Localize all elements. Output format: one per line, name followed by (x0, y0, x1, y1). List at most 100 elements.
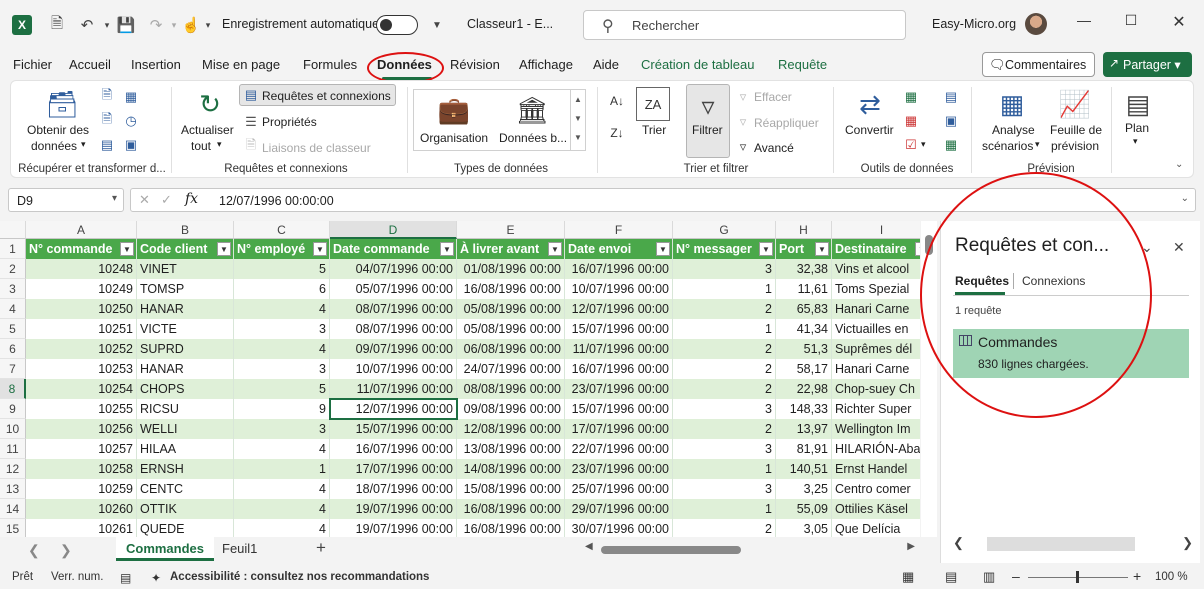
relationships-icon[interactable]: ▣ (943, 113, 959, 129)
table-cell[interactable]: OTTIK (137, 499, 234, 519)
organization-icon[interactable]: 💼 (437, 93, 471, 127)
table-cell[interactable]: 10248 (26, 259, 137, 279)
from-picture-icon[interactable]: ▤ (99, 137, 115, 153)
table-cell[interactable]: 23/07/1996 00:00 (565, 459, 673, 479)
row-header[interactable]: 7 (0, 359, 26, 379)
table-header-cell[interactable]: Port ▼ (776, 239, 832, 259)
tab-aide[interactable]: Aide (593, 57, 619, 72)
save-icon[interactable]: 💾 (115, 14, 137, 36)
table-cell[interactable]: Toms Spezial (832, 279, 920, 299)
prev-sheet-icon[interactable]: ❮ (28, 542, 40, 559)
table-cell[interactable]: 4 (234, 299, 330, 319)
table-cell[interactable]: 10256 (26, 419, 137, 439)
text-to-columns-icon[interactable]: ⇄ (853, 87, 887, 121)
table-cell[interactable]: 11,61 (776, 279, 832, 299)
table-cell[interactable]: 17/07/1996 00:00 (330, 459, 457, 479)
outline-dropdown-icon[interactable]: ▾ (1133, 136, 1138, 147)
consolidate-icon[interactable]: ▤ (943, 89, 959, 105)
table-cell[interactable]: Ottilies Käsel (832, 499, 920, 519)
clear-label[interactable]: Effacer (754, 90, 792, 104)
table-cell[interactable]: 19/07/1996 00:00 (330, 499, 457, 519)
gallery-scroll-buttons[interactable]: ▲ ▼ ▼ (570, 90, 585, 150)
search-box[interactable]: ⚲ Rechercher (583, 10, 906, 40)
table-cell[interactable]: 3,05 (776, 519, 832, 537)
recent-sources-icon[interactable]: ◷ (123, 113, 139, 129)
page-layout-view-icon[interactable]: ▤ (945, 569, 957, 585)
table-cell[interactable]: 09/07/1996 00:00 (330, 339, 457, 359)
outline-label[interactable]: Plan (1125, 121, 1149, 135)
normal-view-icon[interactable]: ▦ (902, 569, 914, 585)
table-cell[interactable]: 11/07/1996 00:00 (330, 379, 457, 399)
table-cell[interactable]: 10259 (26, 479, 137, 499)
select-all-corner[interactable] (0, 221, 26, 239)
table-cell[interactable]: HILAA (137, 439, 234, 459)
table-cell[interactable]: SUPRD (137, 339, 234, 359)
whatif-label-2[interactable]: scénarios (982, 139, 1033, 153)
advanced-filter-icon[interactable]: ▿ (735, 139, 751, 155)
insert-function-icon[interactable]: fx (185, 191, 198, 207)
whatif-label-1[interactable]: Analyse (992, 123, 1035, 137)
row-header[interactable]: 6 (0, 339, 26, 359)
get-data-dropdown-icon[interactable]: ▾ (81, 139, 86, 150)
table-cell[interactable]: 06/08/1996 00:00 (457, 339, 565, 359)
table-cell[interactable]: 24/07/1996 00:00 (457, 359, 565, 379)
filter-dropdown-icon[interactable]: ▼ (915, 242, 920, 256)
table-cell[interactable]: 51,3 (776, 339, 832, 359)
tab-fichier[interactable]: Fichier (13, 57, 52, 72)
document-icon[interactable]: 🗎 (46, 14, 68, 36)
get-data-label-2[interactable]: données (31, 139, 77, 153)
filter-dropdown-icon[interactable]: ▼ (120, 242, 134, 256)
table-header-cell[interactable]: Date commande ▼ (330, 239, 457, 259)
table-cell[interactable]: RICSU (137, 399, 234, 419)
whatif-dropdown-icon[interactable]: ▾ (1035, 139, 1040, 150)
zoom-in-icon[interactable]: + (1133, 568, 1141, 584)
row-header[interactable]: 13 (0, 479, 26, 499)
table-cell[interactable]: 81,91 (776, 439, 832, 459)
row-header[interactable]: 11 (0, 439, 26, 459)
page-break-view-icon[interactable]: ▥ (983, 569, 995, 585)
table-cell[interactable]: Que Delícia (832, 519, 920, 537)
table-cell[interactable]: 2 (673, 299, 776, 319)
row-header[interactable]: 15 (0, 519, 26, 537)
table-cell[interactable]: 08/07/1996 00:00 (330, 319, 457, 339)
next-sheet-icon[interactable]: ❯ (60, 542, 72, 559)
table-cell[interactable]: 16/07/1996 00:00 (565, 259, 673, 279)
table-header-cell[interactable]: N° commande ▼ (26, 239, 137, 259)
row-header[interactable]: 2 (0, 259, 26, 279)
spreadsheet-grid[interactable]: A B C D E F G H I 1 N° commande ▼ Code client ▼ N° emp… (0, 221, 920, 537)
sort-label[interactable]: Trier (642, 123, 666, 137)
enter-icon[interactable]: ✓ (161, 192, 172, 208)
refresh-all-icon[interactable]: ↻ (193, 87, 227, 121)
table-header-cell[interactable]: Code client ▼ (137, 239, 234, 259)
table-cell[interactable]: CHOPS (137, 379, 234, 399)
table-cell[interactable]: 1 (234, 459, 330, 479)
table-cell[interactable]: 58,17 (776, 359, 832, 379)
filter-dropdown-icon[interactable]: ▼ (440, 242, 454, 256)
tab-creation-tableau[interactable]: Création de tableau (641, 57, 754, 72)
tab-accueil[interactable]: Accueil (69, 57, 111, 72)
table-cell[interactable]: 55,09 (776, 499, 832, 519)
sheet-tab-feuil1[interactable]: Feuil1 (222, 541, 257, 556)
table-cell[interactable]: WELLI (137, 419, 234, 439)
table-cell[interactable]: 3 (234, 319, 330, 339)
table-cell[interactable]: TOMSP (137, 279, 234, 299)
table-cell[interactable]: 3 (234, 419, 330, 439)
table-header-cell[interactable]: Destinataire ▼ (832, 239, 920, 259)
filter-dropdown-icon[interactable]: ▼ (759, 242, 773, 256)
table-cell[interactable]: 12/07/1996 00:00 (565, 299, 673, 319)
column-header[interactable]: I (832, 221, 920, 239)
name-box[interactable]: D9 ▾ (8, 188, 124, 212)
table-cell[interactable]: 10257 (26, 439, 137, 459)
table-cell[interactable]: 10261 (26, 519, 137, 537)
tab-revision[interactable]: Révision (450, 57, 500, 72)
column-header[interactable]: E (457, 221, 565, 239)
table-header-cell[interactable]: N° messager ▼ (673, 239, 776, 259)
filter-dropdown-icon[interactable]: ▼ (548, 242, 562, 256)
filter-dropdown-icon[interactable]: ▼ (217, 242, 231, 256)
row-header[interactable]: 8 (0, 379, 26, 399)
datatype-organization-label[interactable]: Organisation (420, 131, 488, 145)
minimize-icon[interactable]: — (1071, 12, 1097, 36)
table-cell[interactable]: 10253 (26, 359, 137, 379)
table-cell[interactable]: 05/08/1996 00:00 (457, 319, 565, 339)
data-model-icon[interactable]: ▦ (943, 137, 959, 153)
